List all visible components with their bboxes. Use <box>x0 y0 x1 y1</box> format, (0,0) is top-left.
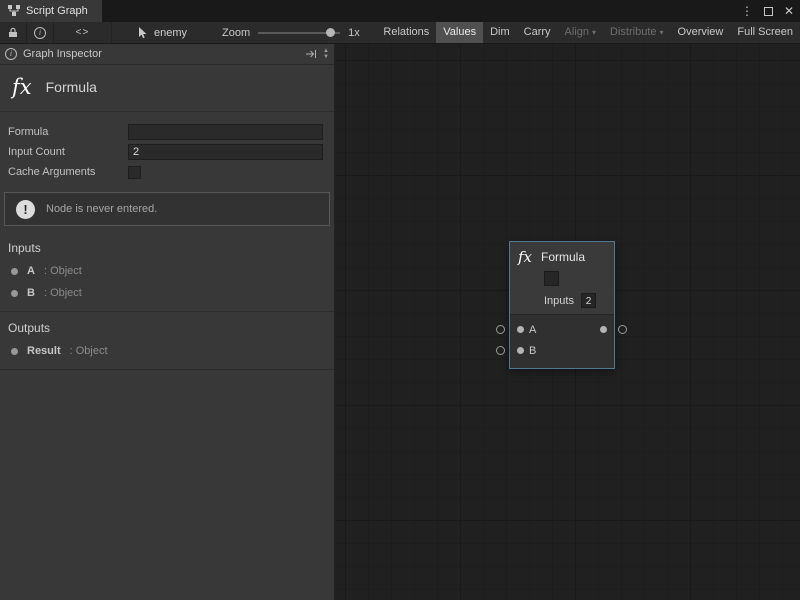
input-port-row-a: A : Object <box>0 260 334 282</box>
window-controls: ⋮ ✕ <box>741 0 794 22</box>
overview-button[interactable]: Overview <box>671 22 731 43</box>
input-count-input[interactable] <box>128 144 323 160</box>
formula-field-row: Formula <box>8 122 326 142</box>
section-divider <box>0 369 334 370</box>
port-dot-icon <box>11 268 18 275</box>
cache-arguments-checkbox[interactable] <box>128 166 141 179</box>
node-port-row-a: A <box>510 319 614 340</box>
port-dot-icon <box>11 290 18 297</box>
inspector-title: Graph Inspector <box>23 48 102 60</box>
fx-icon: fx <box>8 75 32 99</box>
info-button[interactable]: i <box>27 22 54 43</box>
zoom-slider-knob[interactable] <box>326 28 335 37</box>
fullscreen-button[interactable]: Full Screen <box>730 22 800 43</box>
fx-icon: fx <box>518 248 532 266</box>
port-type: : Object <box>70 345 108 357</box>
code-icon: <> <box>76 27 90 38</box>
chevron-down-icon: ▾ <box>592 28 596 37</box>
panel-scroll-control[interactable]: ▲ ▼ <box>323 48 329 60</box>
graph-target[interactable]: enemy <box>138 22 187 43</box>
info-icon: i <box>34 27 46 39</box>
tab-script-graph[interactable]: Script Graph <box>0 0 102 22</box>
tab-title: Script Graph <box>26 5 88 17</box>
chevron-down-icon: ▾ <box>660 28 664 37</box>
zoom-control: Zoom 1x <box>222 22 360 43</box>
node-title-text: Formula <box>46 79 97 95</box>
node-port-row-b: B <box>510 340 614 361</box>
input-count-row: Input Count <box>8 142 326 162</box>
distribute-label: Distribute <box>610 26 656 38</box>
align-button[interactable]: Align▾ <box>558 22 603 43</box>
external-port-ring-result[interactable] <box>618 325 627 334</box>
port-name: A <box>27 265 35 277</box>
graph-inspector-panel: i Graph Inspector ▲ ▼ fx Formula Formula… <box>0 44 335 600</box>
distribute-button[interactable]: Distribute ▾ <box>603 22 670 43</box>
warning-box: ! Node is never entered. <box>4 192 330 226</box>
input-port-a-icon[interactable] <box>517 326 524 333</box>
output-port-row-result: Result : Object <box>0 340 334 362</box>
node-port-label: B <box>529 345 536 357</box>
carry-button[interactable]: Carry <box>517 22 558 43</box>
node-title: Formula <box>541 250 585 264</box>
formula-label: Formula <box>8 126 128 138</box>
dim-button[interactable]: Dim <box>483 22 517 43</box>
formula-node-header[interactable]: fx Formula Inputs 2 <box>510 242 614 314</box>
cache-arguments-label: Cache Arguments <box>8 166 128 178</box>
input-port-row-b: B : Object <box>0 282 334 304</box>
menu-icon[interactable]: ⋮ <box>741 0 753 22</box>
zoom-slider[interactable] <box>258 32 340 34</box>
inspector-node-title: fx Formula <box>0 65 334 112</box>
zoom-label: Zoom <box>222 27 250 39</box>
inspector-header: i Graph Inspector ▲ ▼ <box>0 44 334 65</box>
node-formula-field[interactable] <box>544 271 559 286</box>
inputs-section-header: Inputs <box>0 232 334 260</box>
align-label: Align <box>565 26 589 38</box>
input-port-b-icon[interactable] <box>517 347 524 354</box>
graph-toolbar: i <> enemy Zoom 1x Relations Values Dim … <box>0 22 800 44</box>
zoom-value: 1x <box>348 27 360 39</box>
external-port-ring-b[interactable] <box>496 346 505 355</box>
values-button[interactable]: Values <box>436 22 483 43</box>
warning-message: Node is never entered. <box>46 203 157 215</box>
port-type: : Object <box>44 265 82 277</box>
formula-node[interactable]: fx Formula Inputs 2 A B <box>510 242 614 368</box>
port-dot-icon <box>11 348 18 355</box>
outputs-section-header: Outputs <box>0 312 334 340</box>
formula-input[interactable] <box>128 124 323 140</box>
dock-right-icon[interactable] <box>305 49 317 59</box>
code-view-button[interactable]: <> <box>54 22 112 43</box>
target-label: enemy <box>154 27 187 39</box>
info-icon: i <box>5 48 17 60</box>
input-count-label: Input Count <box>8 146 128 158</box>
warning-icon: ! <box>16 200 35 219</box>
graph-canvas[interactable]: fx Formula Inputs 2 A B <box>335 44 800 600</box>
toolbar-buttons: Relations Values Dim Carry Align▾ Distri… <box>376 22 800 43</box>
script-graph-icon <box>8 5 20 17</box>
node-input-count-field[interactable]: 2 <box>581 293 596 308</box>
lock-icon <box>8 27 18 38</box>
port-name: Result <box>27 345 61 357</box>
maximize-icon[interactable] <box>764 7 773 16</box>
close-icon[interactable]: ✕ <box>784 0 794 22</box>
node-inputs-label: Inputs <box>544 295 574 307</box>
scroll-down-icon[interactable]: ▼ <box>323 54 329 60</box>
titlebar: Script Graph ⋮ ✕ <box>0 0 800 22</box>
unity-script-graph-window: Script Graph ⋮ ✕ i <> enemy Zoom <box>0 0 800 600</box>
cursor-icon <box>138 27 148 39</box>
port-name: B <box>27 287 35 299</box>
relations-button[interactable]: Relations <box>376 22 436 43</box>
cache-arguments-row: Cache Arguments <box>8 162 326 182</box>
port-type: : Object <box>44 287 82 299</box>
external-port-ring-a[interactable] <box>496 325 505 334</box>
node-port-label: A <box>529 324 536 336</box>
output-port-result-icon[interactable] <box>600 326 607 333</box>
inspector-fields: Formula Input Count Cache Arguments <box>0 112 334 186</box>
lock-button[interactable] <box>0 22 27 43</box>
formula-node-body: A B <box>510 314 614 368</box>
